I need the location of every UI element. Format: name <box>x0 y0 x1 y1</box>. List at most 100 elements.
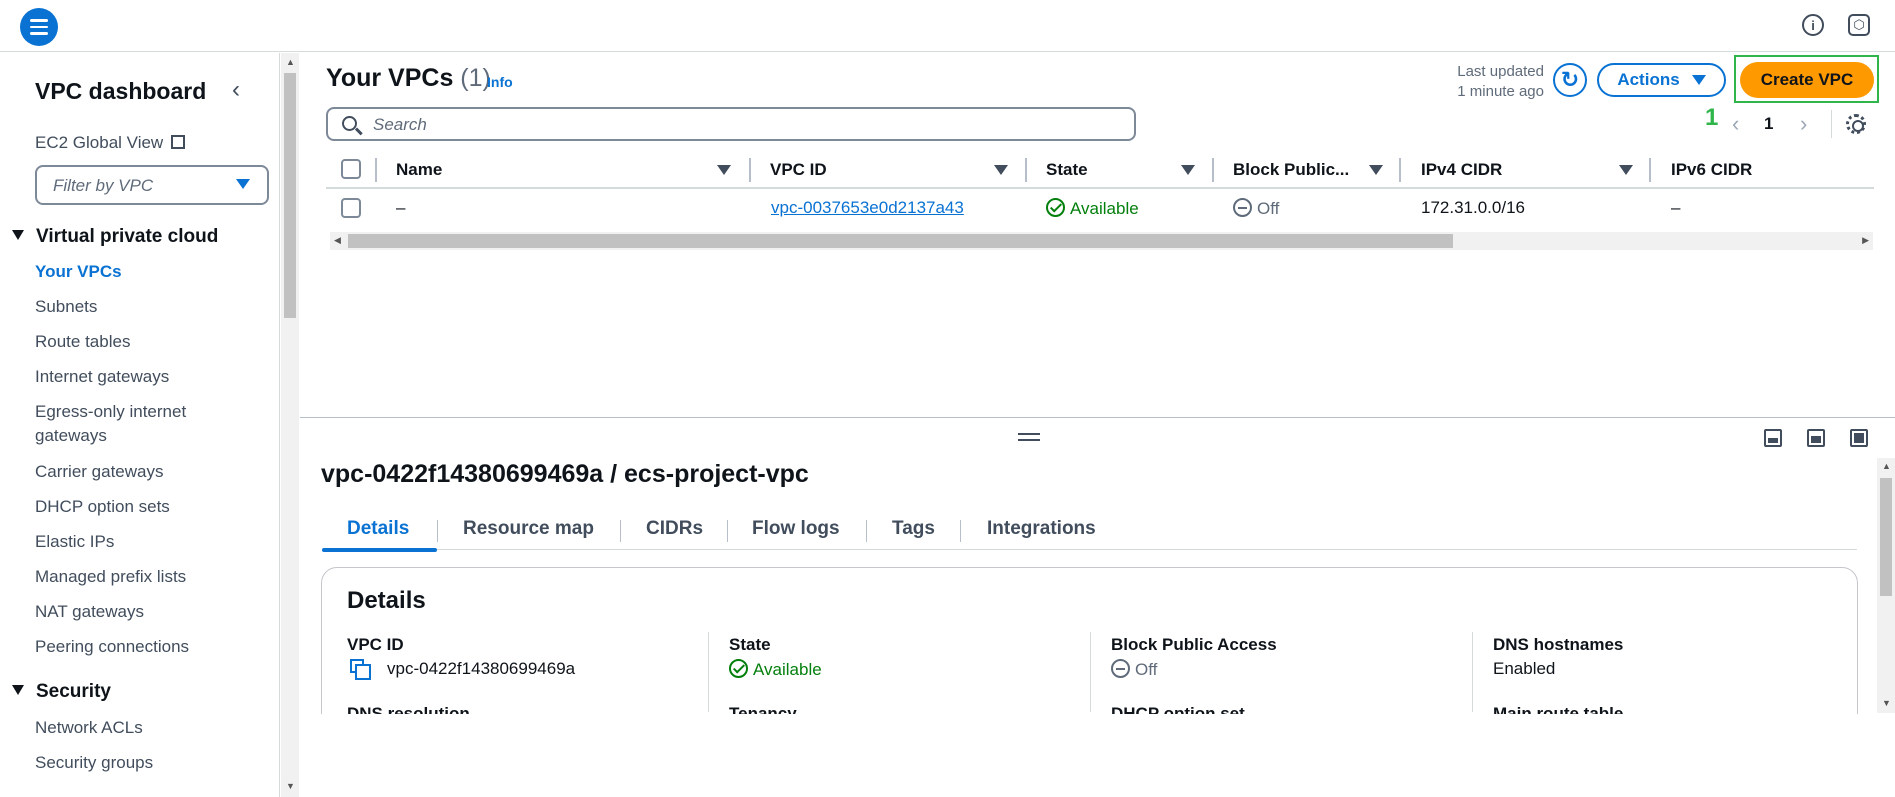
caret-down-icon <box>236 179 250 189</box>
divider <box>1472 632 1473 712</box>
scroll-right-icon[interactable]: ▶ <box>1862 235 1869 246</box>
chevron-left-icon[interactable]: ‹ <box>1732 111 1739 137</box>
caret-down-icon <box>12 230 24 240</box>
scrollbar-thumb[interactable] <box>1880 478 1892 596</box>
sidebar-item-dhcp-option-sets[interactable]: DHCP option sets <box>35 497 170 517</box>
chevron-right-icon[interactable]: › <box>1800 111 1807 137</box>
actions-button[interactable]: Actions <box>1597 63 1726 97</box>
sidebar-scrollbar[interactable]: ▲ ▼ <box>281 53 299 797</box>
sidebar-item-elastic-ips[interactable]: Elastic IPs <box>35 532 114 552</box>
tab-cidrs[interactable]: CIDRs <box>646 518 703 540</box>
divider <box>1212 158 1214 182</box>
cell-ipv4-cidr: 172.31.0.0/16 <box>1421 198 1525 217</box>
tab-details[interactable]: Details <box>347 518 409 540</box>
sidebar-item-subnets[interactable]: Subnets <box>35 297 97 317</box>
gear-icon[interactable] <box>1846 114 1866 134</box>
detail-title: vpc-0422f14380699469a / ecs-project-vpc <box>321 460 809 488</box>
table-row[interactable]: – vpc-0037653e0d2137a43 Available Off 17… <box>326 189 1874 229</box>
minus-circle-icon <box>1111 659 1130 678</box>
sort-icon[interactable] <box>1181 165 1195 175</box>
column-header-name[interactable]: Name <box>396 160 442 180</box>
tab-tags[interactable]: Tags <box>892 518 935 540</box>
sidebar-title: VPC dashboard <box>35 78 207 104</box>
row-checkbox[interactable] <box>341 198 361 218</box>
sidebar-section-vpc[interactable]: Virtual private cloud <box>12 226 218 248</box>
refresh-button[interactable]: ↻ <box>1553 63 1587 97</box>
sidebar-item-egress-only-line1[interactable]: Egress-only internet <box>35 402 186 422</box>
column-header-block-public[interactable]: Block Public... <box>1233 160 1349 180</box>
value-state: Available <box>729 659 822 680</box>
details-card-title: Details <box>347 587 426 614</box>
divider <box>727 520 728 542</box>
scroll-up-icon[interactable]: ▲ <box>1882 461 1891 471</box>
sidebar-item-egress-only-line2[interactable]: gateways <box>35 426 107 446</box>
select-all-checkbox[interactable] <box>341 159 361 179</box>
cell-state: Available <box>1046 198 1139 219</box>
info-link[interactable]: Info <box>487 74 513 90</box>
column-header-ipv4-cidr[interactable]: IPv4 CIDR <box>1421 160 1502 180</box>
divider <box>375 158 377 182</box>
divider <box>1025 158 1027 182</box>
tab-flow-logs[interactable]: Flow logs <box>752 518 840 540</box>
minus-circle-icon <box>1233 198 1252 217</box>
last-updated: Last updated 1 minute ago <box>1457 63 1544 100</box>
sidebar-item-nat-gateways[interactable]: NAT gateways <box>35 602 144 622</box>
sidebar-item-route-tables[interactable]: Route tables <box>35 332 130 352</box>
sort-icon[interactable] <box>994 165 1008 175</box>
sidebar-item-managed-prefix-lists[interactable]: Managed prefix lists <box>35 567 186 587</box>
caret-down-icon <box>12 685 24 695</box>
sort-icon[interactable] <box>1369 165 1383 175</box>
cell-vpc-id-link[interactable]: vpc-0037653e0d2137a43 <box>771 198 964 218</box>
detail-vertical-scrollbar[interactable]: ▲ ▼ <box>1877 458 1895 713</box>
sidebar-item-carrier-gateways[interactable]: Carrier gateways <box>35 462 164 482</box>
column-header-vpc-id[interactable]: VPC ID <box>770 160 827 180</box>
divider <box>708 632 709 712</box>
column-header-state[interactable]: State <box>1046 160 1088 180</box>
tab-resource-map[interactable]: Resource map <box>463 518 594 540</box>
tab-integrations[interactable]: Integrations <box>987 518 1096 540</box>
scroll-left-icon[interactable]: ◀ <box>334 235 341 246</box>
sidebar-item-peering-connections[interactable]: Peering connections <box>35 637 189 657</box>
table-horizontal-scrollbar[interactable]: ◀ ▶ <box>330 232 1873 250</box>
copy-icon[interactable] <box>350 659 371 680</box>
search-input[interactable]: Search <box>326 107 1136 141</box>
sort-icon[interactable] <box>717 165 731 175</box>
scrollbar-thumb[interactable] <box>348 234 1453 248</box>
check-circle-icon <box>729 659 748 678</box>
filter-placeholder: Filter by VPC <box>53 176 154 195</box>
panel-half-icon[interactable] <box>1807 429 1825 447</box>
scroll-up-icon[interactable]: ▲ <box>286 57 295 67</box>
page-number[interactable]: 1 <box>1764 114 1773 134</box>
value-block-public-access: Off <box>1111 659 1157 680</box>
active-tab-indicator <box>322 548 437 552</box>
collapse-sidebar-icon[interactable]: ‹ <box>232 76 240 104</box>
settings-hex-icon[interactable]: ⬡ <box>1848 14 1870 36</box>
sidebar-item-your-vpcs[interactable]: Your VPCs <box>35 262 122 282</box>
search-icon <box>342 116 357 131</box>
info-icon[interactable]: i <box>1802 14 1824 36</box>
panel-bottom-icon[interactable] <box>1764 429 1782 447</box>
sidebar-item-ec2-global-view[interactable]: EC2 Global View <box>35 133 186 153</box>
sidebar-section-security[interactable]: Security <box>12 681 111 703</box>
resize-handle[interactable] <box>1018 433 1040 441</box>
page-title: Your VPCs (1) <box>326 64 491 92</box>
step-marker: 1 <box>1705 104 1719 131</box>
sidebar-item-network-acls[interactable]: Network ACLs <box>35 718 143 738</box>
sidebar-item-internet-gateways[interactable]: Internet gateways <box>35 367 169 387</box>
divider <box>620 520 621 542</box>
sort-icon[interactable] <box>1619 165 1633 175</box>
create-vpc-button[interactable]: Create VPC <box>1740 62 1874 98</box>
vpc-filter-select[interactable]: Filter by VPC <box>35 165 269 205</box>
menu-icon[interactable] <box>20 8 58 46</box>
panel-full-icon[interactable] <box>1850 429 1868 447</box>
scrollbar-thumb[interactable] <box>284 73 296 318</box>
divider <box>866 520 867 542</box>
refresh-icon: ↻ <box>1560 67 1580 92</box>
value-vpc-id: vpc-0422f14380699469a <box>387 659 576 678</box>
divider <box>1399 158 1401 182</box>
sidebar-item-security-groups[interactable]: Security groups <box>35 753 153 773</box>
scroll-down-icon[interactable]: ▼ <box>1882 698 1891 708</box>
divider <box>1649 158 1651 182</box>
scroll-down-icon[interactable]: ▼ <box>286 781 295 791</box>
column-header-ipv6-cidr[interactable]: IPv6 CIDR <box>1671 160 1752 180</box>
